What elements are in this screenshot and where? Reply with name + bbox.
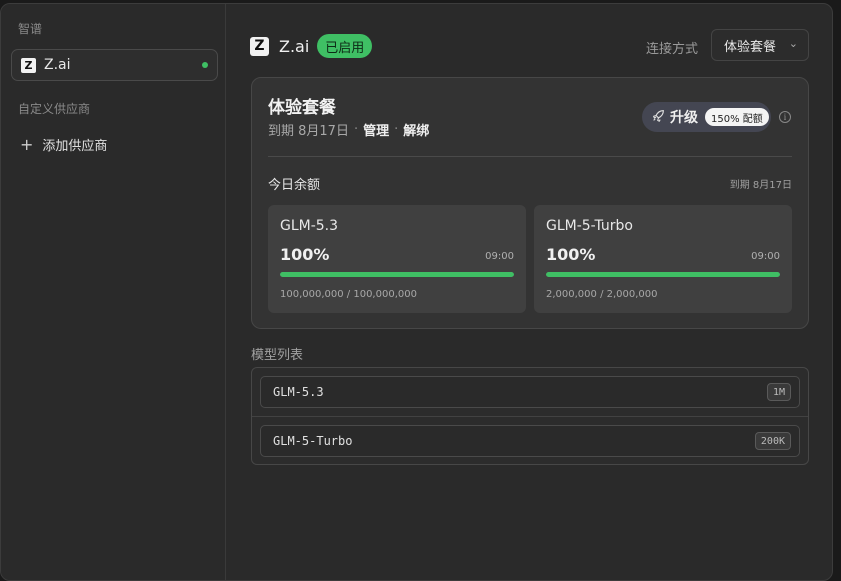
quota-percent: 100% (546, 245, 596, 264)
divider (268, 156, 792, 157)
section-label-builtin: 智谱 (18, 22, 43, 36)
connection-select[interactable]: 体验套餐 ⌄ (711, 29, 809, 61)
manage-link[interactable]: 管理 (363, 120, 389, 139)
chevron-down-icon: ⌄ (788, 37, 798, 50)
connection-select-value: 体验套餐 (724, 39, 777, 55)
quota-model-name: GLM-5.3 (280, 218, 339, 234)
quota-usage: 100,000,000 / 100,000,000 (280, 289, 417, 300)
rocket-icon (652, 109, 665, 125)
quota-card: GLM-5.3 100% 09:00 100,000,000 / 100,000… (268, 205, 526, 313)
list-item[interactable]: GLM-5-Turbo 200K (260, 425, 800, 457)
provider-header: Z Z.ai 已启用 (250, 34, 373, 58)
context-badge: 200K (754, 432, 791, 450)
quota-progress-bar (546, 272, 780, 277)
quota-reset-time: 09:00 (751, 251, 780, 262)
bonus-badge: 150% 配额 (705, 108, 769, 126)
plan-expiry: 到期 8月17日 (268, 124, 349, 139)
plan-title: 体验套餐 (268, 98, 336, 118)
quota-percent: 100% (280, 245, 330, 264)
status-dot-icon (202, 62, 208, 68)
add-provider-label: 添加供应商 (42, 139, 108, 154)
sidebar: 智谱 Z Z.ai 自定义供应商 + 添加供应商 (1, 4, 226, 580)
main-panel: Z Z.ai 已启用 连接方式 体验套餐 ⌄ 体验套餐 到期 8月17日 · 管… (227, 4, 832, 580)
upgrade-button[interactable]: 升级 150% 配额 (642, 102, 771, 132)
section-label-custom: 自定义供应商 (18, 102, 91, 116)
plan-meta: 到期 8月17日 · 管理 · 解绑 (268, 120, 429, 139)
balance-label: 今日余额 (268, 178, 321, 193)
add-provider-button[interactable]: + 添加供应商 (20, 135, 107, 154)
quota-progress-bar (280, 272, 514, 277)
plan-card: 体验套餐 到期 8月17日 · 管理 · 解绑 升级 150% 配额 i 今日余… (251, 77, 809, 329)
balance-expiry: 到期 8月17日 (729, 180, 792, 191)
separator-dot: · (394, 122, 399, 137)
upgrade-label: 升级 (670, 110, 698, 126)
info-icon[interactable]: i (779, 111, 791, 123)
quota-reset-time: 09:00 (485, 251, 514, 262)
model-list: GLM-5.3 1M GLM-5-Turbo 200K (251, 367, 809, 465)
separator-dot: · (353, 122, 359, 137)
quota-progress-fill (546, 272, 780, 277)
quota-progress-fill (280, 272, 514, 277)
page-title: Z.ai (279, 36, 310, 56)
context-badge: 1M (766, 383, 791, 401)
unbind-link[interactable]: 解绑 (403, 120, 429, 139)
connection-label: 连接方式 (646, 42, 699, 57)
status-badge: 已启用 (317, 34, 373, 58)
models-section-label: 模型列表 (251, 348, 304, 363)
app-window: 智谱 Z Z.ai 自定义供应商 + 添加供应商 Z Z.ai 已启用 连接方式… (0, 3, 833, 581)
quota-usage: 2,000,000 / 2,000,000 (546, 289, 658, 300)
zai-logo-icon: Z (250, 36, 269, 56)
plus-icon: + (20, 134, 34, 154)
sidebar-item-zai[interactable]: Z Z.ai (11, 49, 218, 81)
divider (252, 416, 808, 417)
zai-logo-icon: Z (21, 57, 36, 73)
list-item[interactable]: GLM-5.3 1M (260, 376, 800, 408)
model-name: GLM-5.3 (273, 385, 324, 399)
sidebar-item-label: Z.ai (44, 57, 71, 73)
quota-card: GLM-5-Turbo 100% 09:00 2,000,000 / 2,000… (534, 205, 792, 313)
quota-model-name: GLM-5-Turbo (546, 218, 633, 234)
model-name: GLM-5-Turbo (273, 434, 353, 448)
